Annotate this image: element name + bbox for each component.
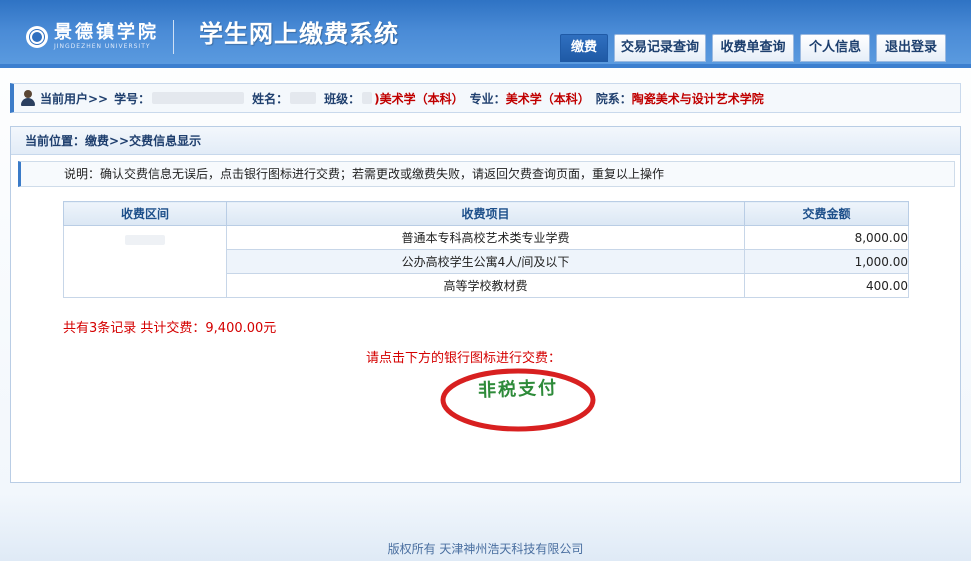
nav-personal-info[interactable]: 个人信息: [800, 34, 870, 62]
main-nav: 缴费 交易记录查询 收费单查询 个人信息 退出登录: [560, 34, 946, 62]
major-value: 美术学（本科）: [505, 91, 590, 106]
non-tax-payment-label: 非税支付: [477, 377, 559, 402]
nav-pay[interactable]: 缴费: [560, 34, 608, 62]
table-header-row: 收费区间 收费项目 交费金额: [63, 201, 909, 226]
non-tax-payment-button[interactable]: 非税支付: [439, 367, 597, 433]
name-label: 姓名：: [252, 91, 289, 106]
nav-transaction-query[interactable]: 交易记录查询: [614, 34, 706, 62]
fee-item: 普通本专科高校艺术类专业学费: [226, 225, 745, 250]
col-header-amount: 交费金额: [744, 201, 909, 226]
period-cell-redacted: [63, 225, 227, 298]
col-header-item: 收费项目: [226, 201, 745, 226]
payment-summary: 共有3条记录 共计交费：9,400.00元: [63, 321, 277, 336]
user-info-bar: 当前用户>> 学号： 姓名： 班级： )美术学（本科） 专业： 美术学（本科） …: [10, 83, 961, 113]
col-header-period: 收费区间: [63, 201, 227, 226]
department-label: 院系：: [595, 91, 632, 106]
period-redacted: [125, 234, 165, 245]
fee-item: 高等学校教材费: [226, 273, 745, 298]
class-redacted: [362, 92, 373, 104]
breadcrumb: 当前位置：缴费>>交费信息显示: [11, 127, 960, 155]
main-panel: 当前位置：缴费>>交费信息显示 说明：确认交费信息无误后，点击银行图标进行交费；…: [10, 126, 961, 483]
logo-chinese-name: 景德镇学院: [54, 22, 159, 43]
pay-hint: 请点击下方的银行图标进行交费：: [366, 351, 562, 366]
fee-amount: 8,000.00: [744, 225, 909, 250]
fee-item: 公办高校学生公寓4人/间及以下: [226, 249, 745, 274]
table-row: 普通本专科高校艺术类专业学费 8,000.00: [63, 225, 909, 298]
fee-table: 收费区间 收费项目 交费金额 普通本专科高校艺术类专业学费 8,000.00 公…: [63, 201, 909, 298]
fee-amount: 400.00: [744, 273, 909, 298]
nav-logout[interactable]: 退出登录: [876, 34, 946, 62]
current-user-label: 当前用户>>: [40, 91, 109, 106]
class-value: )美术学（本科）: [374, 91, 464, 106]
student-id-label: 学号：: [114, 91, 151, 106]
fee-amount: 1,000.00: [744, 249, 909, 274]
class-label: 班级：: [324, 91, 361, 106]
name-redacted: [290, 92, 317, 104]
system-title: 学生网上缴费系统: [199, 20, 399, 48]
university-emblem-icon: [26, 26, 48, 48]
department-value: 陶瓷美术与设计艺术学院: [631, 91, 764, 106]
student-id-redacted: [152, 92, 245, 104]
footer-copyright: 版权所有 天津神州浩天科技有限公司: [387, 542, 584, 556]
header: 景德镇学院 JINGDEZHEN UNIVERSITY 学生网上缴费系统 缴费 …: [0, 0, 971, 68]
instruction-note: 说明：确认交费信息无误后，点击银行图标进行交费；若需更改或缴费失败，请返回欠费查…: [18, 161, 955, 187]
major-label: 专业：: [469, 91, 506, 106]
logo-divider: [173, 20, 174, 54]
university-logo: 景德镇学院 JINGDEZHEN UNIVERSITY: [26, 20, 174, 54]
logo-english-name: JINGDEZHEN UNIVERSITY: [54, 43, 151, 50]
user-avatar-icon: [20, 90, 36, 106]
nav-receipt-query[interactable]: 收费单查询: [712, 34, 794, 62]
